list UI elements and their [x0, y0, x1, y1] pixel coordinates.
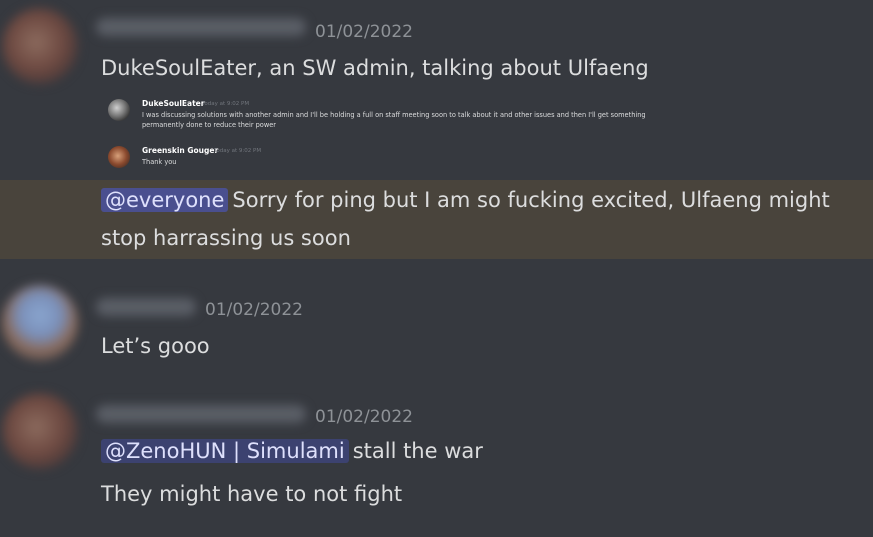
embed-avatar [108, 146, 130, 168]
username-blurred[interactable] [96, 18, 306, 36]
embed-timestamp: Today at 9:02 PM [202, 101, 250, 107]
message-timestamp: 01/02/2022 [315, 407, 413, 427]
embed-timestamp: Today at 9:02 PM [214, 148, 262, 154]
message-text: Sorry for ping but I am so fucking excit… [232, 188, 830, 212]
mention-everyone[interactable]: @everyone [101, 188, 229, 212]
message-text: They might have to not fight [101, 482, 403, 506]
embedded-screenshot[interactable]: DukeSoulEater Today at 9:02 PM I was dis… [100, 95, 740, 180]
message-timestamp: 01/02/2022 [205, 300, 303, 320]
chat-view: 01/02/2022 DukeSoulEater, an SW admin, t… [0, 0, 873, 537]
embed-author-name: DukeSoulEater [142, 99, 205, 108]
embed-avatar [108, 99, 130, 121]
message-text: stall the war [352, 439, 483, 463]
username-blurred[interactable] [96, 298, 196, 316]
message-text: stop harrassing us soon [101, 226, 351, 250]
avatar[interactable] [2, 285, 78, 361]
avatar[interactable] [2, 8, 78, 84]
embed-text: Thank you [142, 158, 177, 166]
embed-text: permanently done to reduce their power [142, 121, 277, 129]
message-timestamp: 01/02/2022 [315, 22, 413, 42]
mention-highlight-message: @everyone Sorry for ping but I am so fuck… [0, 180, 873, 259]
embed-author-name: Greenskin Gouger [142, 146, 219, 155]
embed-text: I was discussing solutions with another … [142, 111, 646, 119]
avatar[interactable] [2, 393, 78, 469]
username-blurred[interactable] [96, 405, 306, 423]
mention-user[interactable]: @ZenoHUN | Simulami [101, 439, 349, 463]
message-text: DukeSoulEater, an SW admin, talking abou… [101, 56, 649, 80]
message-text: Let’s gooo [101, 334, 210, 358]
